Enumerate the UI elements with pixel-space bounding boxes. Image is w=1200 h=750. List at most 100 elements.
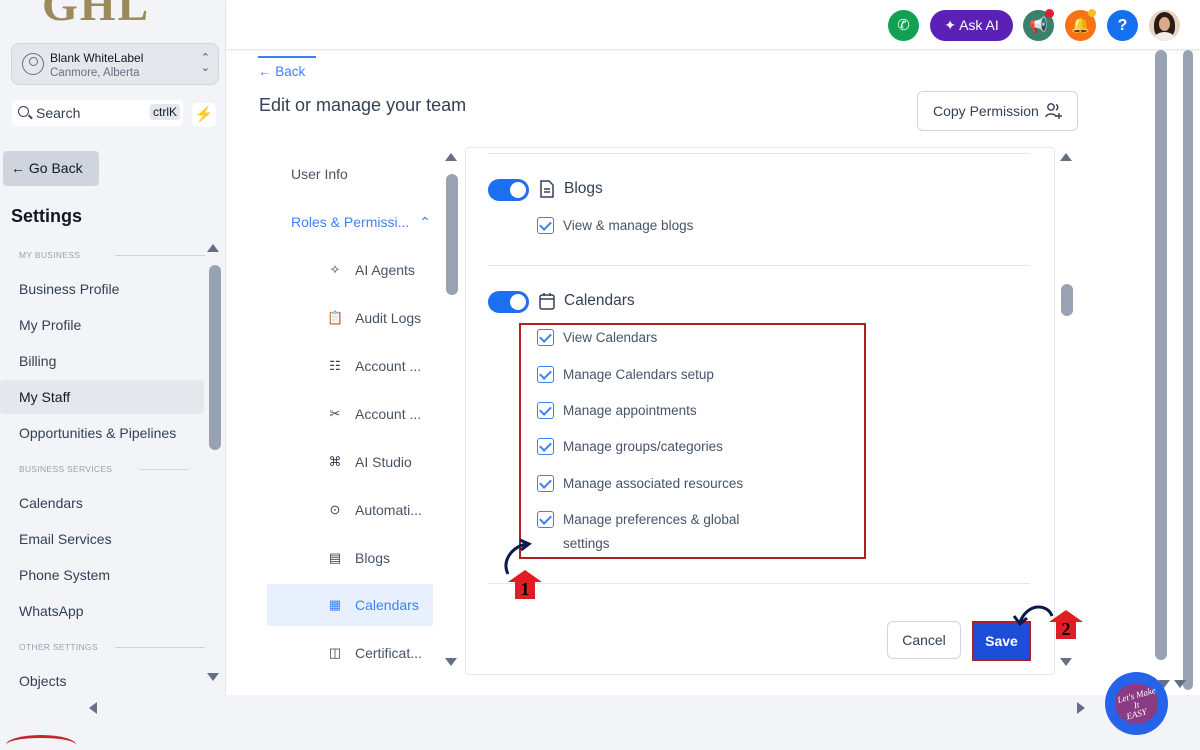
sidebar-item-objects[interactable]: Objects — [0, 664, 204, 695]
scroll-down-arrow-icon[interactable] — [1060, 658, 1072, 666]
submenu-label: Account ... — [355, 406, 422, 422]
window-scrollbar[interactable] — [1183, 50, 1193, 690]
top-header: ✆ ✦ Ask AI 📢 🔔 ? — [227, 0, 1200, 50]
submenu-item-certificates[interactable]: ◫ Certificat... — [267, 632, 433, 674]
panel-scrollbar[interactable] — [1061, 284, 1073, 316]
corner-logo — [6, 735, 76, 750]
cancel-button[interactable]: Cancel — [887, 621, 961, 659]
notification-dot — [1045, 9, 1054, 18]
tab-indicator — [258, 56, 316, 58]
sidebar-item-email-services[interactable]: Email Services — [0, 522, 204, 556]
divider — [488, 153, 1030, 154]
calendar-icon: ▦ — [328, 597, 342, 612]
submenu-item-blogs[interactable]: ▤ Blogs — [267, 537, 433, 579]
sidebar-item-billing[interactable]: Billing — [0, 344, 204, 378]
section-label-business-services: BUSINESS SERVICES — [19, 464, 189, 474]
submenu-item-account-1[interactable]: ☷ Account ... — [267, 345, 433, 387]
scroll-right-arrow-icon[interactable] — [1077, 702, 1085, 714]
calendars-title: Calendars — [564, 292, 635, 309]
search-button[interactable]: Search ctrlK — [12, 100, 183, 126]
submenu-label: Calendars — [355, 597, 419, 613]
sidebar-item-my-profile[interactable]: My Profile — [0, 308, 204, 342]
bell-icon[interactable]: 🔔 — [1065, 9, 1096, 41]
section-divider — [115, 647, 205, 648]
submenu-item-account-2[interactable]: ✂ Account ... — [267, 393, 433, 435]
settings-title: Settings — [11, 206, 83, 226]
sidebar-item-business-profile[interactable]: Business Profile — [0, 272, 204, 306]
toggles-icon: ☷ — [329, 358, 341, 373]
submenu-label: Certificat... — [355, 645, 422, 661]
copy-permission-button[interactable]: Copy Permission — [917, 91, 1078, 131]
notification-dot — [1088, 9, 1096, 17]
horizontal-scrollbar[interactable] — [103, 702, 1063, 714]
help-icon[interactable]: ? — [1107, 10, 1138, 41]
app-window: GHL Blank WhiteLabel Canmore, Alberta ⌃ ⌄… — [0, 0, 1200, 750]
submenu-item-ai-studio[interactable]: ⌘ AI Studio — [267, 441, 433, 483]
watermark-badge: Let's Make It EASY — [1105, 672, 1168, 735]
sidebar-item-phone-system[interactable]: Phone System — [0, 558, 204, 592]
document-icon — [540, 180, 554, 198]
user-circle-icon — [22, 53, 44, 75]
submenu-label: Audit Logs — [355, 310, 422, 326]
page-title: Edit or manage your team — [259, 95, 467, 115]
megaphone-icon[interactable]: 📢 — [1023, 9, 1054, 41]
go-back-button[interactable]: ← Go Back — [3, 151, 99, 186]
submenu-scrollbar[interactable] — [446, 174, 458, 295]
search-label: Search — [36, 105, 81, 121]
sidebar-item-my-staff[interactable]: My Staff — [0, 380, 204, 414]
submenu-label: Blogs — [355, 550, 391, 566]
chevron-up-icon: ⌃ — [419, 214, 431, 230]
scroll-up-arrow-icon[interactable] — [207, 244, 219, 252]
blogs-toggle[interactable] — [488, 179, 529, 201]
section-label-other-settings: OTHER SETTINGS — [19, 642, 205, 652]
section-text: BUSINESS SERVICES — [19, 464, 113, 474]
scroll-up-arrow-icon[interactable] — [1060, 153, 1072, 161]
brand-logo: GHL — [42, 0, 151, 30]
scroll-up-arrow-icon[interactable] — [445, 153, 457, 161]
marker-number: 2 — [1061, 619, 1071, 639]
back-link[interactable]: ← Back — [258, 64, 305, 79]
scroll-down-arrow-icon[interactable] — [1174, 680, 1186, 688]
section-divider — [139, 469, 189, 470]
user-avatar[interactable] — [1149, 10, 1180, 41]
checkbox-view-manage-blogs[interactable] — [537, 217, 554, 234]
sidebar: GHL Blank WhiteLabel Canmore, Alberta ⌃ ⌄… — [0, 0, 226, 695]
section-text: OTHER SETTINGS — [19, 642, 98, 652]
sparkle-icon: ✧ — [329, 262, 341, 277]
submenu-item-calendars[interactable]: ▦ Calendars — [267, 584, 433, 626]
phone-icon[interactable]: ✆ — [888, 10, 919, 41]
page-scrollbar[interactable] — [1155, 50, 1167, 660]
quick-actions-bolt-icon[interactable]: ⚡ — [192, 103, 216, 127]
submenu-item-automations[interactable]: ⊙ Automati... — [267, 489, 433, 531]
step-1-marker: 1 — [508, 570, 542, 600]
submenu-user-info[interactable]: User Info — [291, 166, 348, 182]
submenu-label: Account ... — [355, 358, 422, 374]
calendar-icon — [539, 293, 555, 310]
scroll-left-arrow-icon[interactable] — [89, 702, 97, 714]
sidebar-scrollbar[interactable] — [209, 265, 221, 450]
avatar-face — [1159, 17, 1170, 31]
submenu-label: Automati... — [355, 502, 422, 518]
copy-permission-label: Copy Permission — [933, 103, 1039, 119]
sidebar-item-opportunities-pipelines[interactable]: Opportunities & Pipelines — [0, 416, 204, 450]
users-plus-icon — [1045, 103, 1062, 119]
submenu-roles-permissions[interactable]: Roles & Permissi... ⌃ — [291, 214, 431, 231]
account-location: Canmore, Alberta — [50, 67, 140, 79]
sidebar-item-whatsapp[interactable]: WhatsApp — [0, 594, 204, 628]
sidebar-item-calendars[interactable]: Calendars — [0, 486, 204, 520]
section-text: MY BUSINESS — [19, 250, 81, 260]
document-icon: ▤ — [328, 550, 342, 565]
scroll-down-arrow-icon[interactable] — [445, 658, 457, 666]
calendars-toggle[interactable] — [488, 291, 529, 313]
tools-icon: ✂ — [329, 406, 341, 421]
search-icon — [18, 106, 29, 117]
annotation-highlight-box — [519, 323, 866, 559]
submenu-item-audit-logs[interactable]: 📋 Audit Logs — [267, 297, 433, 339]
submenu-item-ai-agents[interactable]: ✧ AI Agents — [267, 249, 433, 291]
submenu-label: AI Agents — [355, 262, 415, 278]
label-view-manage-blogs: View & manage blogs — [563, 218, 694, 233]
step-2-marker: 2 — [1049, 610, 1083, 640]
account-switcher[interactable]: Blank WhiteLabel Canmore, Alberta ⌃ ⌄ — [11, 43, 219, 85]
ask-ai-button[interactable]: ✦ Ask AI — [930, 10, 1013, 41]
scroll-down-arrow-icon[interactable] — [207, 673, 219, 681]
